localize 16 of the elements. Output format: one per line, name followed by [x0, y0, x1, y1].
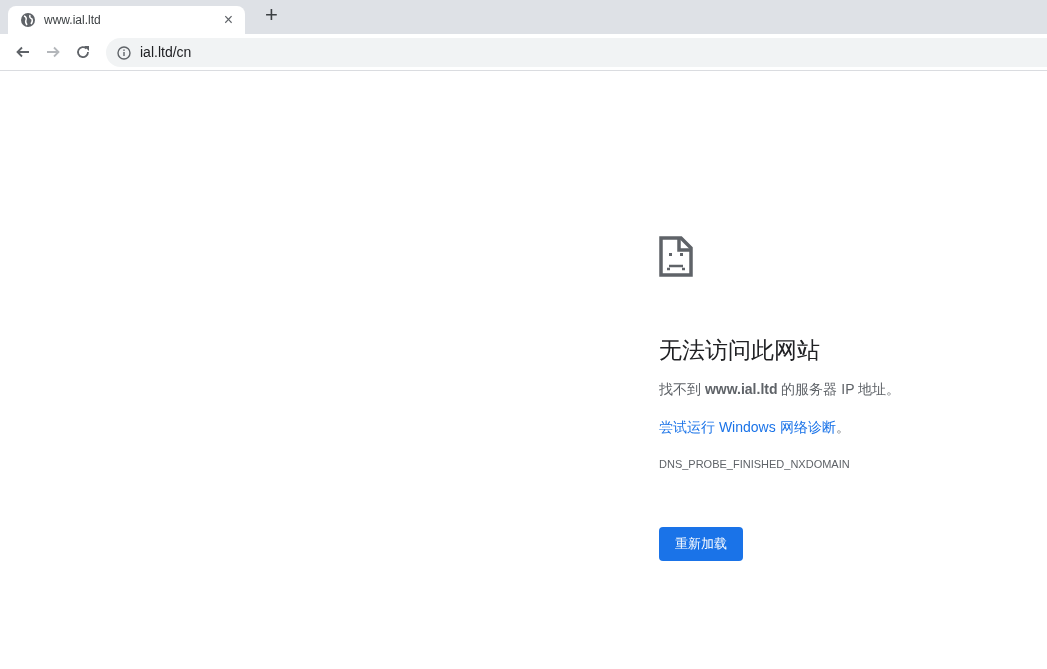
error-code: DNS_PROBE_FINISHED_NXDOMAIN: [659, 456, 851, 472]
error-title: 无法访问此网站: [659, 337, 821, 365]
address-bar[interactable]: ial.ltd/cn: [106, 37, 1047, 67]
back-arrow-icon: [15, 44, 31, 60]
globe-icon: [20, 12, 36, 28]
forward-arrow-icon: [45, 44, 61, 60]
diagnostics-link[interactable]: 尝试运行 Windows 网络诊断: [659, 418, 836, 435]
tab-title: www.ial.ltd: [44, 12, 102, 29]
error-message: 找不到 www.ial.ltd 的服务器 IP 地址。: [659, 379, 902, 399]
new-tab-button[interactable]: +: [259, 4, 284, 26]
suggestion-text: 尝试运行 Windows 网络诊断。: [659, 417, 851, 437]
broken-page-icon: [659, 236, 693, 277]
close-tab-button[interactable]: ×: [219, 12, 237, 28]
browser-tab[interactable]: www.ial.ltd ×: [8, 6, 245, 34]
reload-page-button[interactable]: 重新加载: [659, 527, 743, 561]
reload-arrow-icon: [75, 44, 91, 60]
